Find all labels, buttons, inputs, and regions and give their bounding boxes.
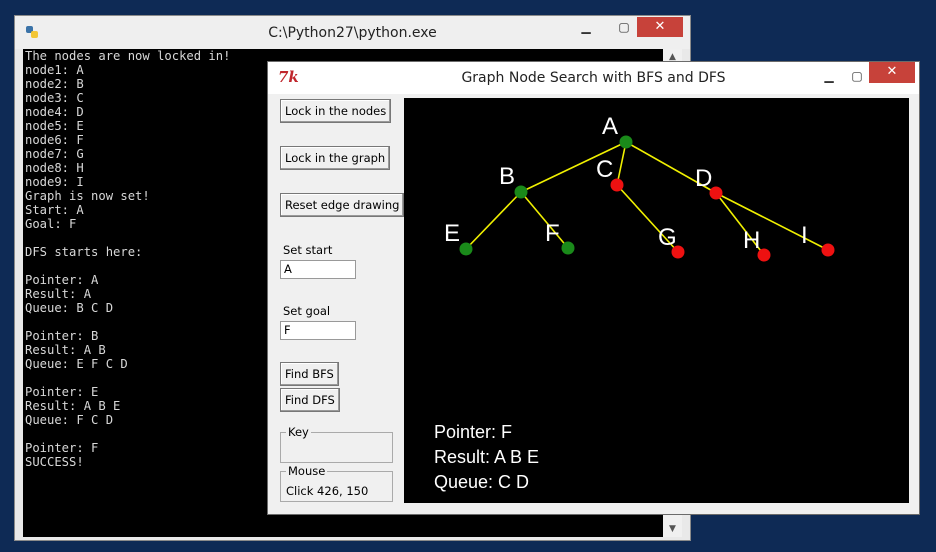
find-bfs-button[interactable]: Find BFS: [280, 362, 339, 386]
find-dfs-button[interactable]: Find DFS: [280, 388, 340, 412]
minimize-icon: ▁: [824, 69, 834, 83]
lock-graph-button[interactable]: Lock in the graph: [280, 146, 391, 170]
tk-titlebar[interactable]: 7k Graph Node Search with BFS and DFS ▁ …: [268, 62, 919, 94]
minimize-icon: ▁: [581, 20, 591, 34]
result-status: Result: A B E: [434, 447, 540, 467]
node-label-f: F: [545, 220, 560, 247]
tk-minimize-button[interactable]: ▁: [816, 66, 842, 86]
tk-maximize-button[interactable]: ▢: [844, 66, 870, 86]
node-label-a: A: [602, 113, 618, 140]
tk-window: 7k Graph Node Search with BFS and DFS ▁ …: [267, 61, 920, 515]
key-frame: Key: [280, 425, 393, 463]
node-label-g: G: [658, 224, 677, 251]
minimize-button[interactable]: ▁: [573, 17, 599, 37]
close-icon: ✕: [886, 64, 898, 79]
close-button[interactable]: ✕: [637, 17, 683, 37]
node-b[interactable]: [514, 185, 528, 199]
maximize-button[interactable]: ▢: [611, 17, 637, 37]
mouse-label: Mouse: [286, 464, 328, 478]
pointer-status: Pointer: F: [434, 422, 513, 442]
graph-canvas[interactable]: A B C D E F G H I Pointer: F Result: A B E Queue…: [404, 98, 909, 503]
set-start-label: Set start: [283, 243, 333, 257]
node-i[interactable]: [821, 243, 835, 257]
edge-b-e: [465, 191, 522, 250]
node-label-b: B: [499, 163, 515, 190]
maximize-icon: ▢: [618, 20, 630, 34]
scroll-down-icon[interactable]: ▼: [663, 521, 682, 537]
set-goal-label: Set goal: [283, 304, 331, 318]
node-label-h: H: [743, 227, 760, 254]
lock-nodes-button[interactable]: Lock in the nodes: [280, 99, 392, 123]
node-label-d: D: [695, 165, 712, 192]
reset-edges-button[interactable]: Reset edge drawing: [280, 193, 405, 217]
node-label-c: C: [596, 156, 613, 183]
edge-a-c: [616, 141, 627, 186]
goal-input[interactable]: F: [280, 321, 356, 340]
start-input[interactable]: A: [280, 260, 356, 279]
node-a[interactable]: [619, 135, 633, 149]
node-e[interactable]: [459, 242, 473, 256]
edge-d-i: [715, 192, 829, 251]
node-f[interactable]: [561, 241, 575, 255]
node-label-i: I: [801, 222, 808, 249]
mouse-coordinates: Click 426, 150: [286, 484, 369, 498]
key-label: Key: [286, 425, 311, 439]
tk-close-button[interactable]: ✕: [869, 62, 915, 83]
mouse-frame: Mouse Click 426, 150: [280, 464, 393, 502]
console-titlebar[interactable]: C:\Python27\python.exe ▁ ▢ ✕: [15, 16, 690, 49]
close-icon: ✕: [654, 19, 666, 34]
maximize-icon: ▢: [851, 69, 863, 83]
queue-status: Queue: C D: [434, 472, 530, 492]
node-label-e: E: [444, 220, 460, 247]
